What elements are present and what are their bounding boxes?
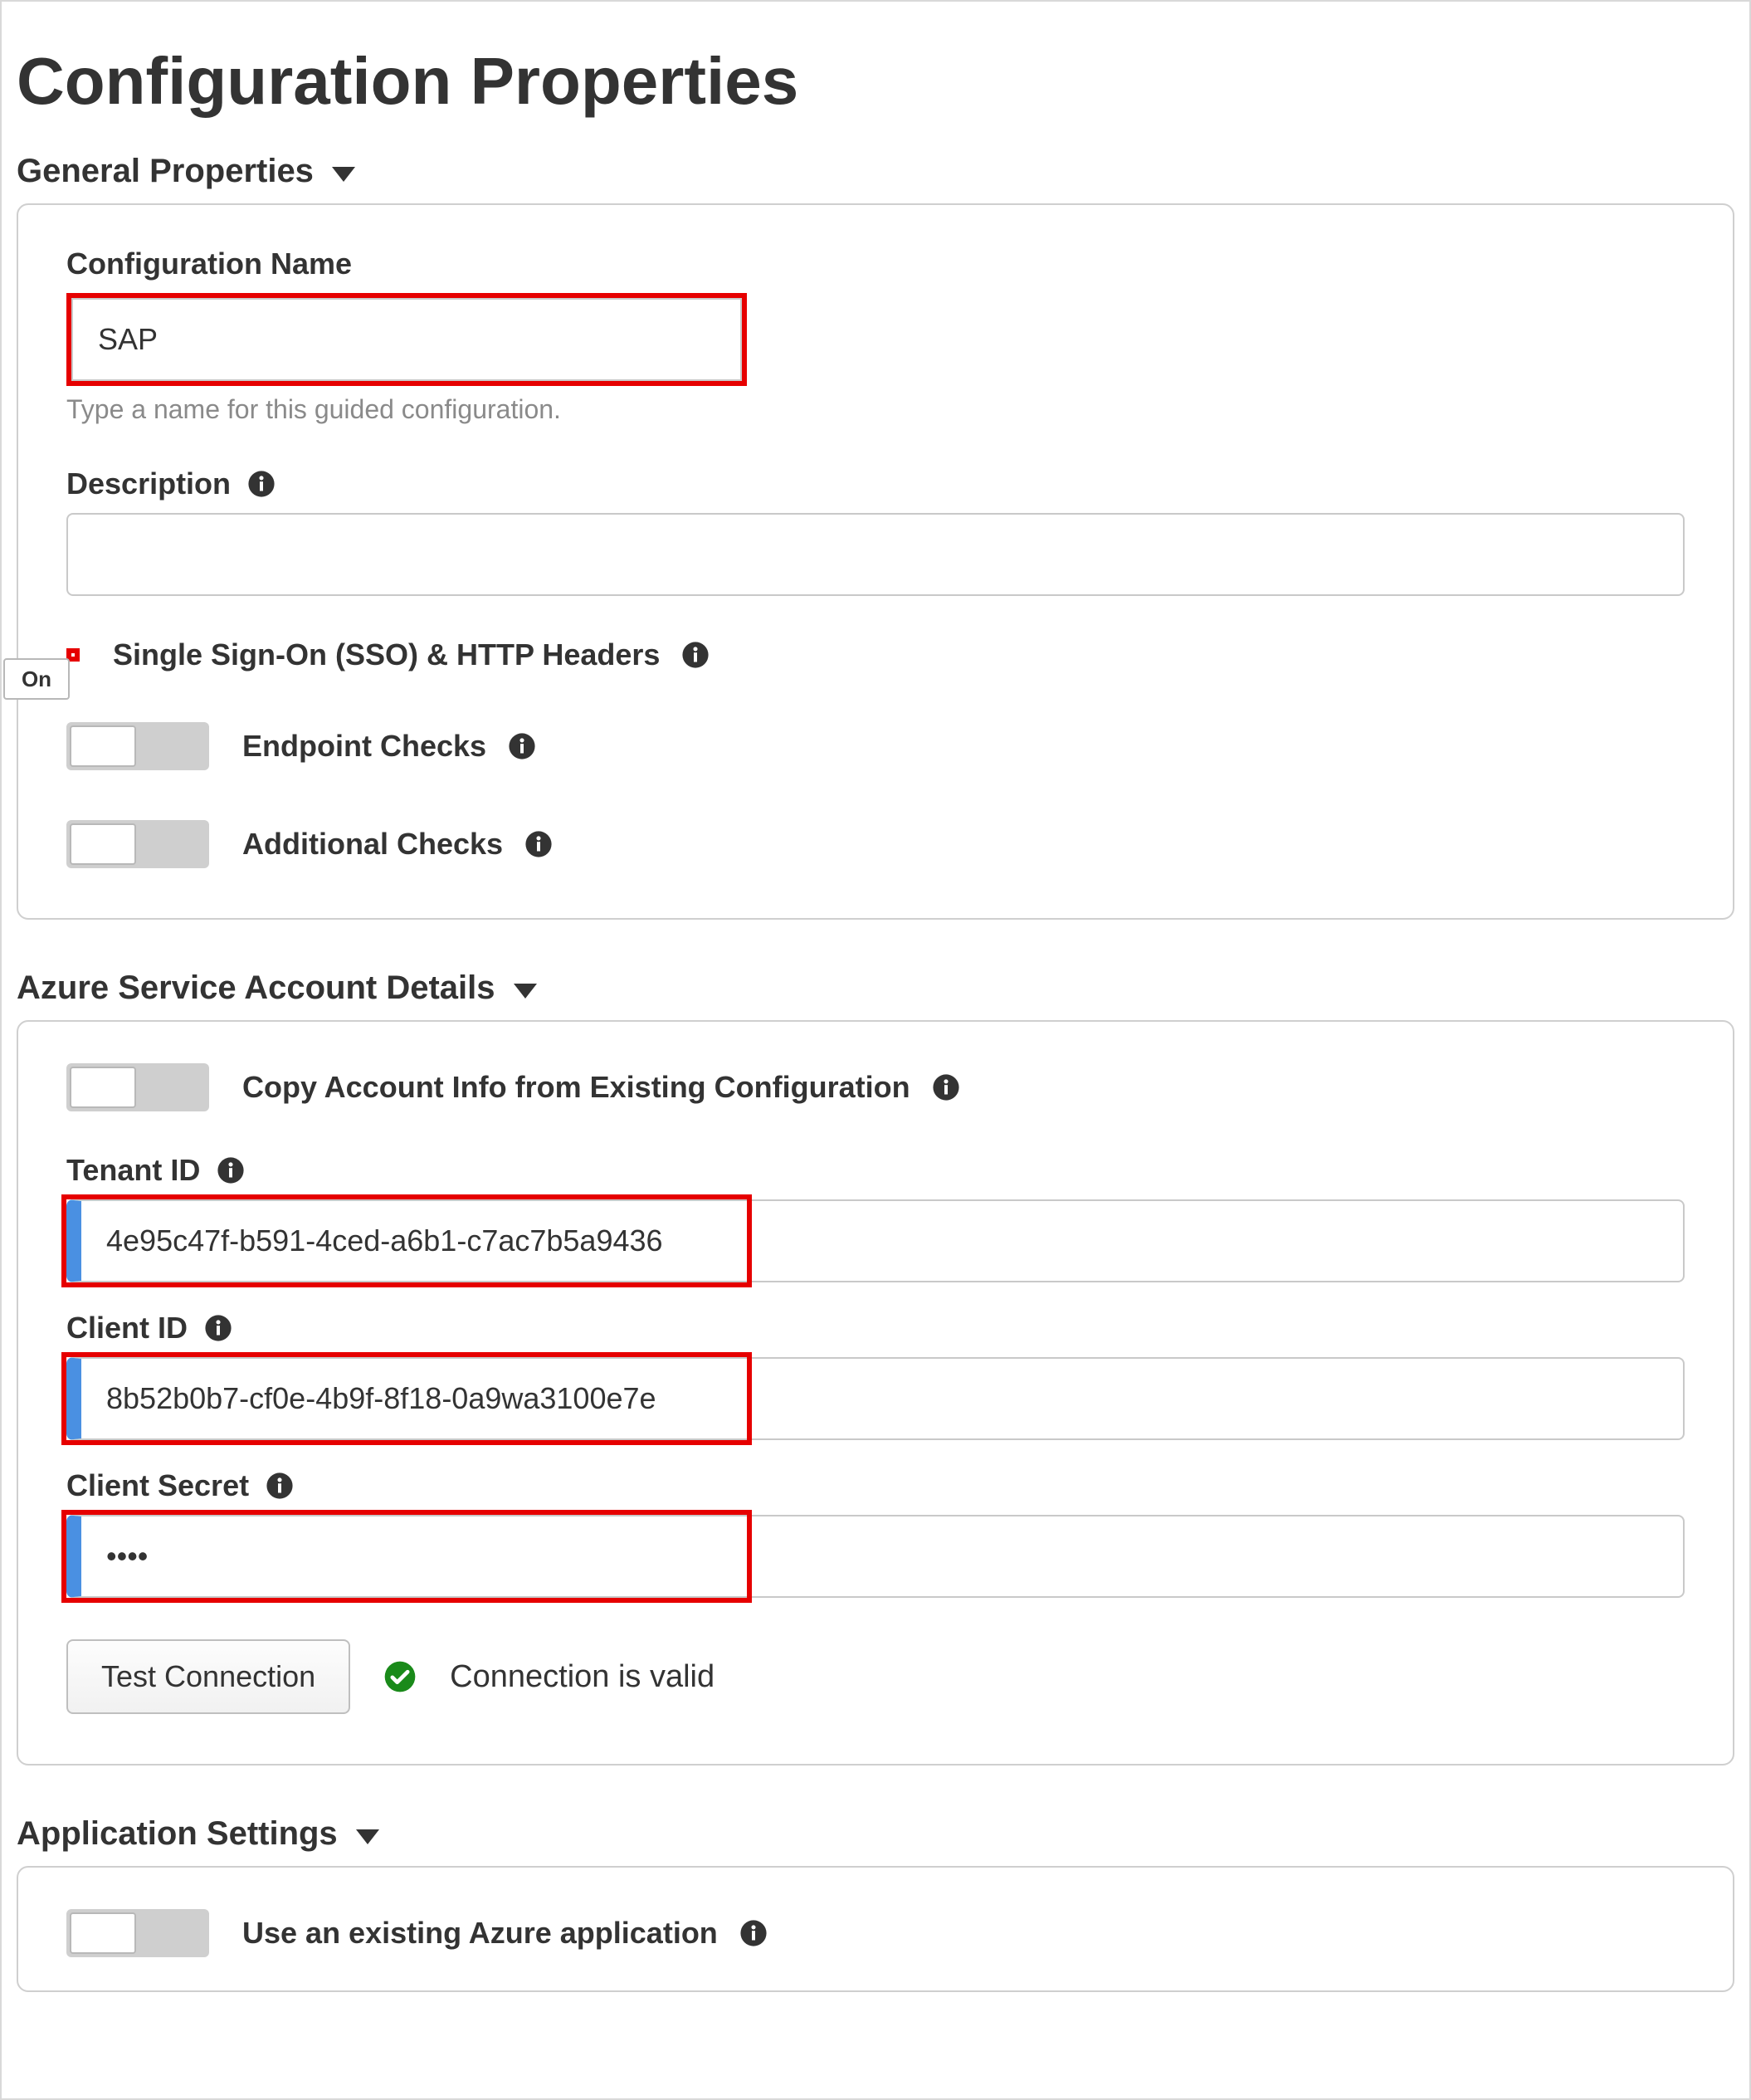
test-connection-button[interactable]: Test Connection: [66, 1639, 350, 1714]
label-client-secret-text: Client Secret: [66, 1468, 249, 1503]
toggle-label-additional-text: Additional Checks: [242, 827, 503, 862]
info-icon[interactable]: [247, 470, 276, 498]
info-icon[interactable]: [204, 1314, 232, 1342]
toggle-row-endpoint: Endpoint Checks: [66, 722, 1685, 770]
label-description-text: Description: [66, 466, 231, 501]
toggle-copy-existing-knob: [70, 1067, 136, 1108]
label-config-name: Configuration Name: [66, 247, 1685, 281]
toggle-row-additional: Additional Checks: [66, 820, 1685, 868]
connection-status-text: Connection is valid: [450, 1659, 715, 1695]
connection-row: Test Connection Connection is valid: [66, 1639, 1685, 1714]
info-icon[interactable]: [932, 1073, 960, 1101]
label-client-secret: Client Secret: [66, 1468, 1685, 1503]
input-config-name[interactable]: [71, 298, 742, 381]
toggle-endpoint[interactable]: [66, 722, 209, 770]
field-wrap-tenant-id: [66, 1199, 1685, 1282]
toggle-row-sso: On Single Sign-On (SSO) & HTTP Headers: [66, 637, 1685, 672]
info-icon[interactable]: [508, 732, 536, 760]
info-icon[interactable]: [681, 641, 710, 669]
label-tenant-id: Tenant ID: [66, 1153, 1685, 1188]
caret-down-icon: [356, 1829, 379, 1844]
highlight-sso-toggle: On: [66, 648, 80, 662]
toggle-row-use-existing: Use an existing Azure application: [66, 1909, 1685, 1957]
caret-down-icon: [332, 167, 355, 182]
section-title-general: General Properties: [17, 153, 314, 190]
toggle-label-use-existing-text: Use an existing Azure application: [242, 1916, 718, 1951]
label-tenant-id-text: Tenant ID: [66, 1153, 200, 1188]
toggle-label-additional: Additional Checks: [242, 827, 553, 862]
toggle-additional-knob: [70, 823, 136, 865]
field-wrap-client-id: [66, 1357, 1685, 1440]
section-title-azure: Azure Service Account Details: [17, 969, 495, 1007]
toggle-label-endpoint-text: Endpoint Checks: [242, 729, 486, 764]
section-header-app[interactable]: Application Settings: [17, 1815, 1734, 1853]
info-icon[interactable]: [266, 1472, 294, 1500]
input-client-secret[interactable]: [66, 1515, 1685, 1598]
label-client-id: Client ID: [66, 1311, 1685, 1345]
toggle-endpoint-knob: [70, 725, 136, 767]
toggle-additional[interactable]: [66, 820, 209, 868]
input-client-id[interactable]: [66, 1357, 1685, 1440]
info-icon[interactable]: [524, 830, 553, 858]
label-description: Description: [66, 466, 1685, 501]
info-icon[interactable]: [217, 1156, 245, 1184]
info-icon[interactable]: [739, 1919, 768, 1947]
section-header-general[interactable]: General Properties: [17, 153, 1734, 190]
input-tenant-id[interactable]: [66, 1199, 1685, 1282]
toggle-label-sso: Single Sign-On (SSO) & HTTP Headers: [113, 637, 710, 672]
toggle-use-existing-knob: [70, 1912, 136, 1954]
toggle-label-use-existing: Use an existing Azure application: [242, 1916, 768, 1951]
toggle-label-copy-existing-text: Copy Account Info from Existing Configur…: [242, 1070, 910, 1105]
panel-app: Use an existing Azure application: [17, 1866, 1734, 1992]
toggle-row-copy-existing: Copy Account Info from Existing Configur…: [66, 1063, 1685, 1111]
toggle-copy-existing[interactable]: [66, 1063, 209, 1111]
page-title: Configuration Properties: [17, 43, 1734, 120]
toggle-label-copy-existing: Copy Account Info from Existing Configur…: [242, 1070, 960, 1105]
toggle-use-existing[interactable]: [66, 1909, 209, 1957]
field-wrap-client-secret: [66, 1515, 1685, 1598]
caret-down-icon: [514, 984, 537, 999]
help-config-name: Type a name for this guided configuratio…: [66, 394, 1685, 425]
toggle-label-endpoint: Endpoint Checks: [242, 729, 536, 764]
toggle-label-sso-text: Single Sign-On (SSO) & HTTP Headers: [113, 637, 660, 672]
panel-azure: Copy Account Info from Existing Configur…: [17, 1020, 1734, 1765]
label-config-name-text: Configuration Name: [66, 247, 352, 281]
label-client-id-text: Client ID: [66, 1311, 188, 1345]
toggle-sso-knob: On: [3, 658, 70, 700]
check-circle-icon: [383, 1660, 417, 1693]
highlight-config-name: [66, 293, 747, 386]
section-header-azure[interactable]: Azure Service Account Details: [17, 969, 1734, 1007]
panel-general: Configuration Name Type a name for this …: [17, 203, 1734, 920]
input-description[interactable]: [66, 513, 1685, 596]
section-title-app: Application Settings: [17, 1815, 338, 1853]
